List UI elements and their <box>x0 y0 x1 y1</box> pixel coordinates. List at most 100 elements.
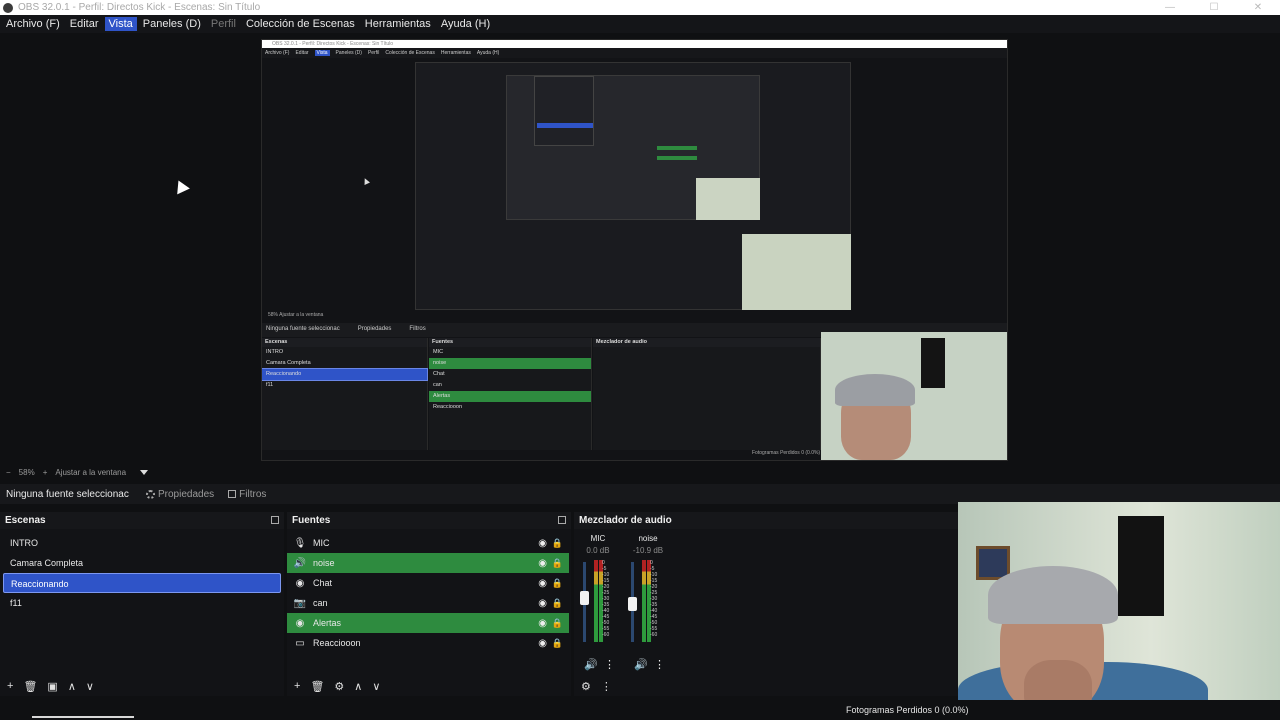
properties-button[interactable]: Propiedades <box>146 489 214 500</box>
eye-icon[interactable]: ◉ <box>538 538 547 549</box>
lock-icon[interactable]: 🔒 <box>552 638 563 649</box>
menu-perfil[interactable]: Perfil <box>207 17 240 31</box>
move-source-down-button[interactable]: ∨ <box>372 680 380 693</box>
nested-menu-item: Archivo (F) <box>265 50 290 56</box>
lock-icon[interactable]: 🔒 <box>552 558 563 569</box>
chevron-down-icon[interactable] <box>140 469 149 475</box>
source-label: Chat <box>313 578 333 588</box>
properties-label: Propiedades <box>158 488 215 500</box>
source-item-alertas[interactable]: ◉ Alertas ◉ 🔒 <box>287 613 569 633</box>
nested-no-source: Ninguna fuente seleccionac <box>266 326 340 332</box>
browser-icon: ◉ <box>295 577 305 589</box>
lock-icon[interactable]: 🔒 <box>552 618 563 629</box>
more-options-icon[interactable]: ⋮ <box>604 658 615 671</box>
scene-filters-button[interactable]: ▣ <box>47 680 57 693</box>
scene-item-camara-completa[interactable]: Camara Completa <box>3 553 281 573</box>
nested-menu-item: Editar <box>295 50 309 56</box>
menu-coleccion-escenas[interactable]: Colección de Escenas <box>242 17 359 31</box>
remove-source-button[interactable]: 🗑 <box>310 680 324 693</box>
menu-paneles[interactable]: Paneles (D) <box>139 17 205 31</box>
remove-scene-button[interactable]: 🗑 <box>23 680 37 693</box>
nested-filters: Filtros <box>409 326 426 332</box>
source-properties-button[interactable]: ⚙ <box>334 680 344 693</box>
eye-icon[interactable]: ◉ <box>538 618 547 629</box>
source-item-mic[interactable]: 🎙 MIC ◉ 🔒 <box>287 533 569 553</box>
fit-window-label[interactable]: Ajustar a la ventana <box>55 468 126 477</box>
nested-scenes-dock: Escenas INTRO Camara Completa Reaccionan… <box>262 338 428 450</box>
undock-icon[interactable] <box>271 516 279 524</box>
window-capture-icon: ▭ <box>295 637 305 649</box>
sources-toolbar: + 🗑 ⚙ ∧ ∨ <box>287 676 571 696</box>
eye-icon[interactable]: ◉ <box>538 638 547 649</box>
menu-vista[interactable]: Vista <box>104 17 137 31</box>
source-item-chat[interactable]: ◉ Chat ◉ 🔒 <box>287 573 569 593</box>
scenes-toolbar: + 🗑 ▣ ∧ ∨ <box>0 676 284 696</box>
advanced-audio-gear-icon[interactable]: ⚙ <box>581 680 591 693</box>
nested-scene-item: INTRO <box>266 349 284 355</box>
audio-mixer-dock: Mezclador de audio MIC 0.0 dB 0 -5 -10 -15-… <box>574 512 958 696</box>
menu-bar: Archivo (F) Editar Vista Paneles (D) Per… <box>0 15 1280 33</box>
lock-icon[interactable]: 🔒 <box>552 598 563 609</box>
minimize-button[interactable]: — <box>1148 0 1192 15</box>
no-source-label: Ninguna fuente seleccionac <box>6 488 129 500</box>
source-item-can[interactable]: 📷 can ◉ 🔒 <box>287 593 569 613</box>
zoom-out-icon[interactable]: − <box>6 468 11 477</box>
nested-scene-item: Camara Completa <box>266 360 311 366</box>
volume-meter-mic[interactable]: 0 -5 -10 -15 -20 -25 -30 -35 -40 -45 -50 -55 -60 <box>580 560 610 642</box>
source-item-noise[interactable]: 🔊 noise ◉ 🔒 <box>287 553 569 573</box>
nested-source-item: MIC <box>433 349 444 355</box>
eye-icon[interactable]: ◉ <box>538 598 547 609</box>
scene-list: INTRO Camara Completa Reaccionando f11 <box>0 529 284 613</box>
speaker-icon[interactable]: 🔊 <box>584 658 598 671</box>
window-title: OBS 32.0.1 - Perfil: Directos Kick - Esc… <box>18 2 261 13</box>
source-item-reacciooon[interactable]: ▭ Reacciooon ◉ 🔒 <box>287 633 569 653</box>
zoom-value: 58% <box>18 467 35 477</box>
more-options-icon[interactable]: ⋮ <box>654 658 665 671</box>
meter-scale: 0 -5 -10 -15 -20 -25 -30 -35 -40 -45 -50 -55 -60 <box>650 560 658 638</box>
volume-meter-noise[interactable]: 0 -5 -10 -15 -20 -25 -30 -35 -40 -45 -50 -55 -60 <box>628 560 658 642</box>
menu-archivo[interactable]: Archivo (F) <box>2 17 64 31</box>
mixer-title: Mezclador de audio <box>579 515 672 526</box>
filters-button[interactable]: Filtros <box>228 489 266 500</box>
scenes-title: Escenas <box>5 515 46 526</box>
close-button[interactable]: ✕ <box>1236 0 1280 15</box>
meter-scale: 0 -5 -10 -15 -20 -25 -30 -35 -40 -45 -50 -55 -60 <box>602 560 610 638</box>
move-scene-down-button[interactable]: ∨ <box>86 680 94 693</box>
nested-scene-item: f11 <box>266 382 274 388</box>
scene-item-intro[interactable]: INTRO <box>3 533 281 553</box>
add-scene-button[interactable]: + <box>7 680 13 692</box>
nested-source-item: noise <box>429 358 591 369</box>
nested-green-row <box>657 146 697 150</box>
speaker-icon[interactable]: 🔊 <box>634 658 648 671</box>
nested-menu-item: Paneles (D) <box>335 50 362 56</box>
nested-webcam-large <box>821 332 1007 460</box>
add-source-button[interactable]: + <box>294 680 300 692</box>
maximize-button[interactable]: ☐ <box>1192 0 1236 15</box>
eye-icon[interactable]: ◉ <box>538 558 547 569</box>
scene-item-f11[interactable]: f11 <box>3 593 281 613</box>
source-label: can <box>313 598 328 608</box>
camera-icon: 📷 <box>293 597 307 609</box>
nested-properties: Propiedades <box>357 326 392 332</box>
mixer-menu-icon[interactable]: ⋮ <box>601 680 612 693</box>
mixer-channel-mic: MIC 0.0 dB <box>578 534 618 555</box>
nested-webcam-small <box>742 234 851 310</box>
status-bar: Fotogramas Perdidos 0 (0.0%) <box>0 700 1280 720</box>
zoom-in-icon[interactable]: + <box>43 468 48 477</box>
eye-icon[interactable]: ◉ <box>538 578 547 589</box>
menu-ayuda[interactable]: Ayuda (H) <box>437 17 494 31</box>
volume-slider-handle[interactable] <box>580 591 589 605</box>
nested-source-item: Alertas <box>429 391 591 402</box>
volume-slider-handle[interactable] <box>628 597 637 611</box>
preview-canvas[interactable]: OBS 32.0.1 - Perfil: Directos Kick - Esc… <box>0 33 1280 465</box>
nested-green-row <box>657 156 697 160</box>
menu-herramientas[interactable]: Herramientas <box>361 17 435 31</box>
menu-editar[interactable]: Editar <box>66 17 103 31</box>
undock-icon[interactable] <box>558 516 566 524</box>
nested-menu-item: Herramientas <box>440 50 471 56</box>
lock-icon[interactable]: 🔒 <box>552 538 563 549</box>
lock-icon[interactable]: 🔒 <box>552 578 563 589</box>
scene-item-reaccionando[interactable]: Reaccionando <box>3 573 281 593</box>
move-scene-up-button[interactable]: ∧ <box>68 680 76 693</box>
move-source-up-button[interactable]: ∧ <box>354 680 362 693</box>
